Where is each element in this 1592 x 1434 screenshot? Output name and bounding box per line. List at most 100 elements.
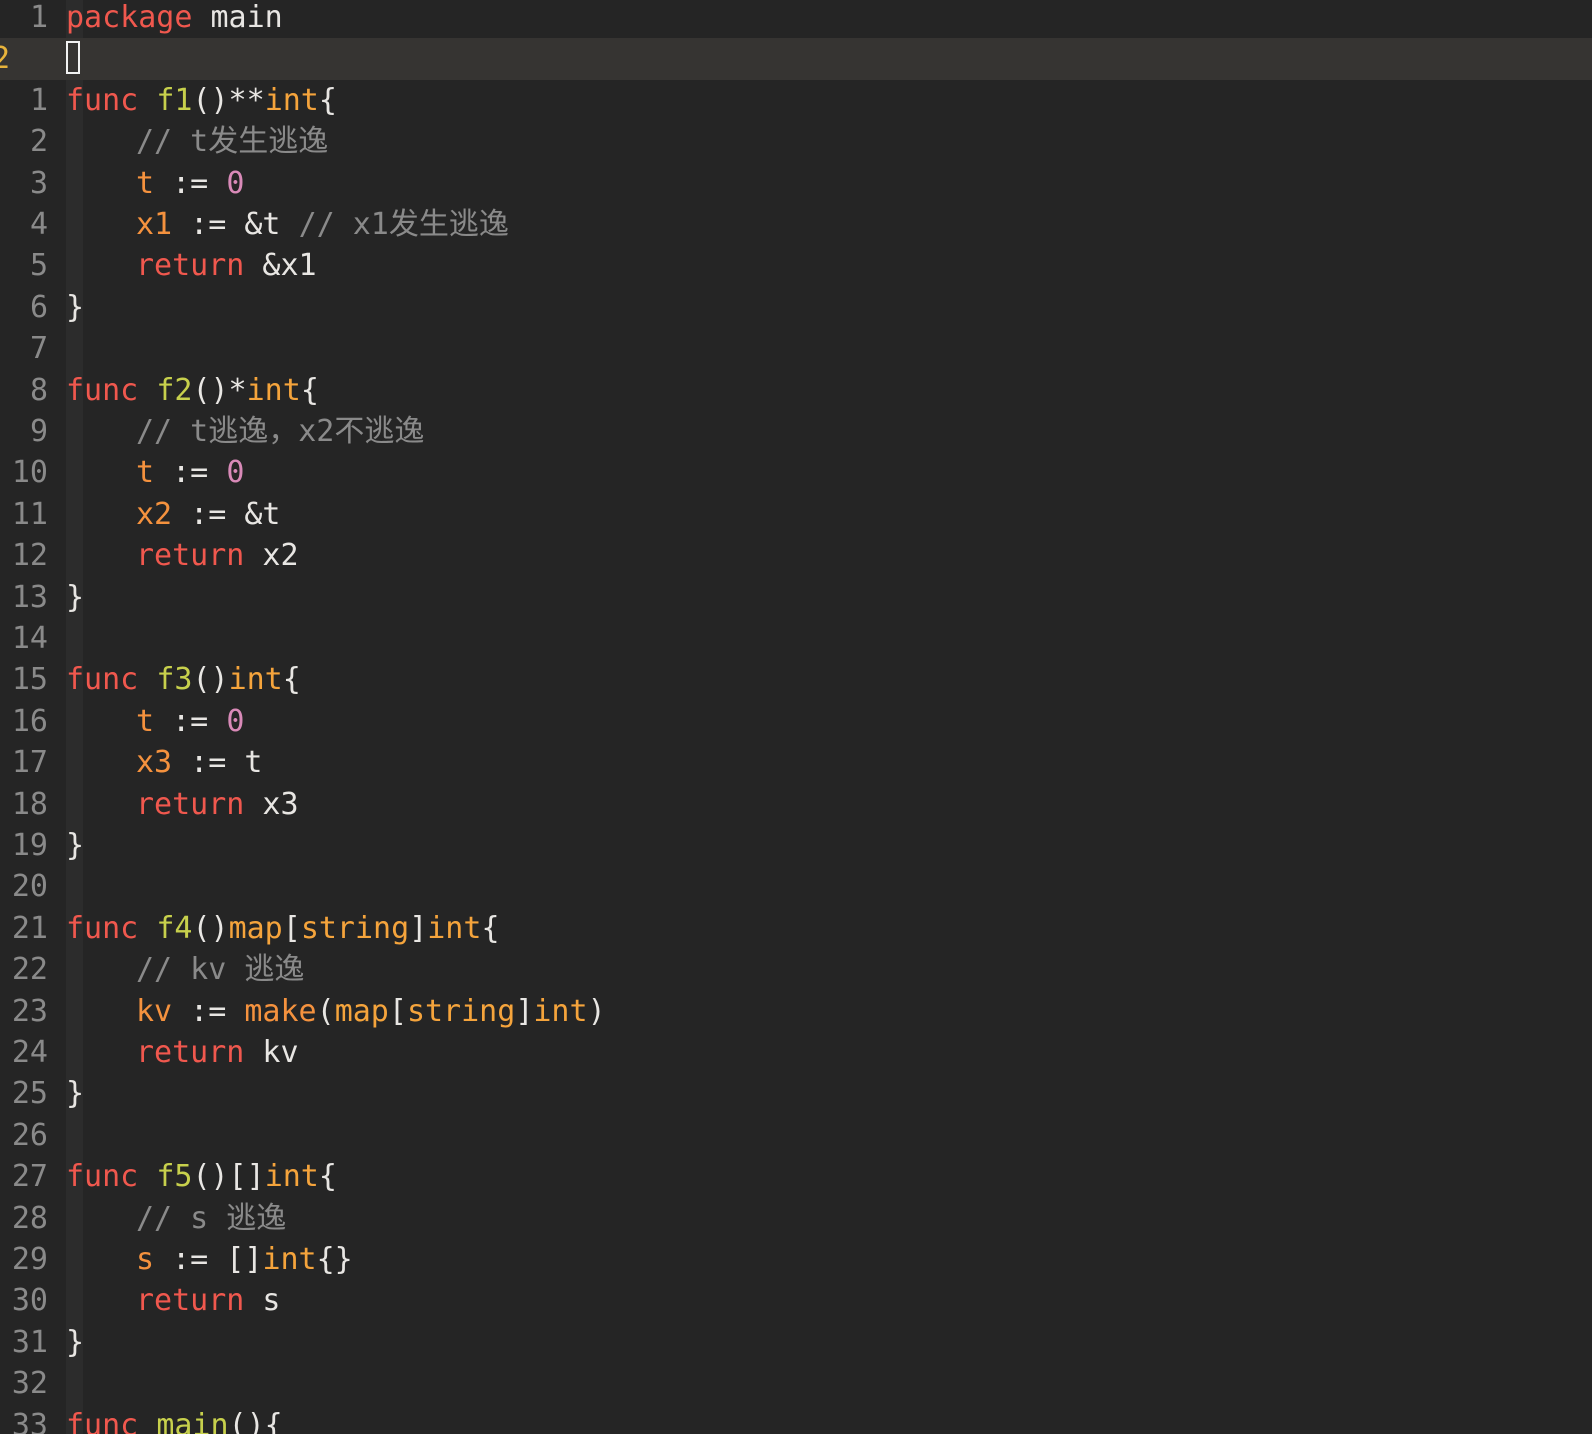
code-text: } (66, 577, 84, 618)
code-line[interactable]: 3 t := 0 (0, 163, 1592, 204)
code-line[interactable]: 17 x3 := t (0, 742, 1592, 783)
code-token: kv (244, 1035, 299, 1070)
code-line[interactable]: 28 // s 逃逸 (0, 1198, 1592, 1239)
code-line[interactable]: 14 (0, 618, 1592, 659)
line-number: 31 (11, 1324, 48, 1360)
code-token: 0 (226, 165, 245, 201)
code-text: return x3 (136, 784, 299, 825)
line-number: 20 (11, 869, 48, 905)
code-text: s := []int{} (136, 1239, 353, 1280)
code-line[interactable]: 32 (0, 1363, 1592, 1404)
code-line[interactable]: 5 return &x1 (0, 245, 1592, 286)
code-token: s (244, 1283, 281, 1319)
code-line[interactable]: 24 return kv (0, 1032, 1592, 1073)
code-line[interactable]: 20 (0, 866, 1592, 907)
code-token: := &t (172, 496, 281, 532)
code-token: // x1发生逃逸 (298, 207, 509, 242)
line-number: 5 (29, 248, 48, 284)
line-number: 21 (11, 910, 48, 946)
code-token: ( (316, 993, 335, 1029)
code-line[interactable]: 6} (0, 287, 1592, 328)
line-number: 3 (29, 165, 48, 201)
code-text: x3 := t (136, 742, 262, 783)
code-line[interactable]: 19} (0, 825, 1592, 866)
code-token: s (136, 1242, 155, 1277)
code-token: f3 (156, 662, 193, 698)
code-text: } (66, 1322, 84, 1363)
line-number: 30 (11, 1283, 48, 1319)
code-line[interactable]: 8 func f2()*int{ (0, 370, 1592, 411)
code-text: func f3()int{ (66, 659, 301, 700)
code-token: func (66, 372, 139, 408)
code-line[interactable]: 15 func f3()int{ (0, 659, 1592, 700)
code-line[interactable]: 9 // t逃逸，x2不逃逸 (0, 411, 1592, 452)
code-token: return (136, 1283, 245, 1319)
code-token: func (66, 910, 139, 946)
code-line[interactable]: 30 return s (0, 1280, 1592, 1321)
line-number: 15 (11, 662, 48, 698)
code-token: map (228, 910, 283, 946)
code-line[interactable]: 21 func f4()map[string]int{ (0, 908, 1592, 949)
code-token: // s 逃逸 (136, 1200, 287, 1236)
code-token: := (154, 703, 227, 739)
code-token: t (136, 165, 155, 201)
code-token: f5 (156, 1159, 193, 1195)
code-token: } (66, 828, 85, 863)
code-line[interactable]: 33 func main(){ (0, 1405, 1592, 1434)
code-line[interactable]: 16 t := 0 (0, 701, 1592, 742)
code-token: { (481, 910, 500, 946)
line-number: 29 (11, 1242, 48, 1277)
code-line[interactable]: 11 x2 := &t (0, 494, 1592, 535)
code-token: // t逃逸，x2不逃逸 (136, 414, 425, 449)
code-token: // kv 逃逸 (136, 952, 305, 988)
code-token: main (156, 1407, 229, 1434)
line-number: 18 (11, 786, 48, 822)
code-token: ()[] (192, 1159, 265, 1195)
code-token: x1 (136, 207, 173, 242)
code-line[interactable]: 1 package main (0, 0, 1592, 38)
code-token: map (334, 993, 389, 1029)
code-line[interactable]: 25} (0, 1073, 1592, 1114)
code-token: [ (388, 993, 407, 1029)
line-number: 16 (11, 703, 48, 739)
code-line[interactable]: 12 return x2 (0, 535, 1592, 576)
code-token: {} (316, 1242, 353, 1277)
code-line[interactable]: 22 // kv 逃逸 (0, 949, 1592, 990)
code-editor[interactable]: 1 package main 2 1 func f1()**int{2// t发生逃逸 3… (0, 0, 1592, 1434)
current-code-line[interactable]: 2 (0, 38, 1592, 80)
code-token: int (533, 993, 588, 1029)
code-line[interactable]: 18 return x3 (0, 784, 1592, 825)
line-number: 19 (11, 828, 48, 863)
code-token: string (406, 993, 516, 1029)
code-line[interactable]: 23 kv := make(map[string]int) (0, 991, 1592, 1032)
code-line[interactable]: 7 (0, 328, 1592, 369)
code-line[interactable]: 26 (0, 1115, 1592, 1156)
code-text: return &x1 (136, 245, 317, 286)
code-token: t (136, 455, 155, 491)
line-number: 12 (11, 538, 48, 574)
code-line[interactable]: 31} (0, 1322, 1592, 1363)
code-token: x2 (244, 538, 299, 574)
code-token: make (244, 993, 317, 1029)
code-text: t := 0 (136, 452, 244, 493)
code-line[interactable]: 27 func f5()[]int{ (0, 1156, 1592, 1197)
code-line[interactable]: 10 t := 0 (0, 452, 1592, 493)
line-number: 1 (29, 0, 48, 35)
code-line[interactable]: 2 // t发生逃逸 (0, 121, 1592, 162)
code-token: } (66, 1076, 85, 1112)
code-line[interactable]: 13} (0, 577, 1592, 618)
line-number: 9 (29, 414, 48, 449)
code-text: func main(){ (66, 1405, 283, 1434)
code-token: int (262, 1242, 317, 1277)
code-text: } (66, 825, 84, 866)
code-line[interactable]: 1 func f1()**int{ (0, 80, 1592, 121)
code-line[interactable]: 29 s := []int{} (0, 1239, 1592, 1280)
code-token: } (66, 1324, 85, 1360)
code-text: func f1()**int{ (66, 80, 337, 121)
code-token: := (154, 165, 227, 201)
code-line[interactable]: 4 x1 := &t // x1发生逃逸 (0, 204, 1592, 245)
line-number: 22 (11, 952, 48, 988)
code-token: f1 (156, 82, 193, 118)
code-text: return x2 (136, 535, 299, 576)
